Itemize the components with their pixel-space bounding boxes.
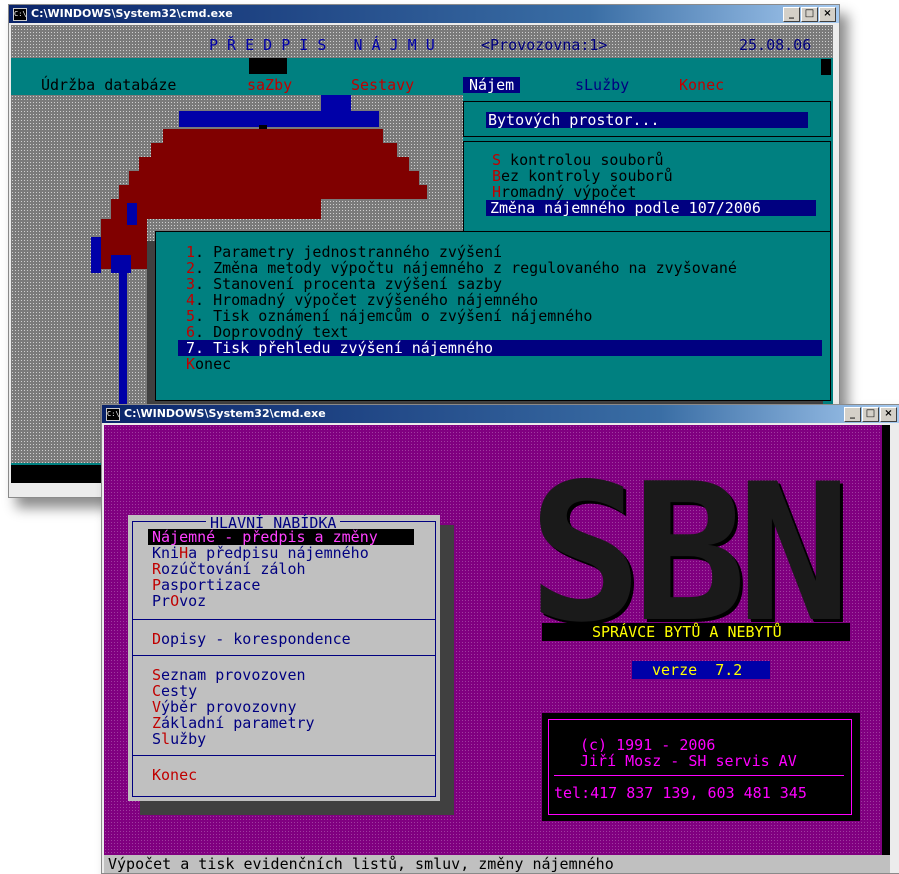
option-konec[interactable]: Konec xyxy=(186,356,231,372)
main-menu-box: HLAVNÍ NABÍDKA Nájemné - předpis a změny… xyxy=(128,515,440,801)
maximize-button[interactable]: □ xyxy=(862,407,879,422)
submenu-najem-box: Bytových prostor... xyxy=(463,101,831,137)
console-screen: HLAVNÍ NABÍDKA Nájemné - předpis a změny… xyxy=(104,425,890,855)
menu-item-zakladni[interactable]: Základní parametry xyxy=(152,715,315,731)
menu-divider xyxy=(132,619,436,620)
credits-box: (c) 1991 - 2006 Jiří Mosz - SH servis AV… xyxy=(542,713,860,821)
window-title: C:\WINDOWS\System32\cmd.exe xyxy=(124,407,326,420)
window-titlebar[interactable]: C:\ C:\WINDOWS\System32\cmd.exe _ □ × xyxy=(9,5,839,23)
menu-item-kniha[interactable]: KniHa předpisu nájemného xyxy=(152,545,369,561)
menu-divider xyxy=(132,755,436,756)
submenu-item-hromadny[interactable]: Hromadný výpočet xyxy=(492,184,637,200)
option-4[interactable]: 4. Hromadný výpočet zvýšeného nájemného xyxy=(186,292,538,308)
submenu-item-zmena-107[interactable]: Změna nájemného podle 107/2006 xyxy=(486,200,816,216)
menu-item-pasportizace[interactable]: Pasportizace xyxy=(152,577,260,593)
menu-item-cesty[interactable]: Cesty xyxy=(152,683,197,699)
menu-item-rozuctovani[interactable]: Rozúčtování záloh xyxy=(152,561,306,577)
close-button[interactable]: × xyxy=(880,407,897,422)
provozovna-label: <Provozovna:1> xyxy=(481,36,608,54)
header-date: 25.08.06 xyxy=(739,36,812,54)
sbn-logo: SBN xyxy=(528,443,851,664)
version-banner: verze 7.2 xyxy=(632,661,770,679)
cmd-icon: C:\ xyxy=(13,8,27,21)
menu-item-dopisy[interactable]: Dopisy - korespondence xyxy=(152,631,351,647)
credits-divider xyxy=(554,775,844,776)
menu-item-najemne[interactable]: Nájemné - předpis a změny xyxy=(148,529,414,545)
close-button[interactable]: × xyxy=(819,7,836,22)
window-titlebar[interactable]: C:\ C:\WINDOWS\System32\cmd.exe _ □ × xyxy=(102,405,899,423)
maximize-button[interactable]: □ xyxy=(801,7,818,22)
status-bar: Výpočet a tisk evidenčních listů, smluv,… xyxy=(104,855,890,873)
minimize-button[interactable]: _ xyxy=(844,407,861,422)
menu-item-vyber[interactable]: Výběr provozovny xyxy=(152,699,297,715)
option-6[interactable]: 6. Doprovodný text xyxy=(186,324,349,340)
menu-item-konec[interactable]: Konec xyxy=(679,77,724,93)
header-black-block xyxy=(821,59,831,75)
submenu-item-kontrola[interactable]: S kontrolou souborů xyxy=(492,152,664,168)
submenu-item-bez-kontroly[interactable]: Bez kontroly souborů xyxy=(492,168,673,184)
menu-item-sluzby[interactable]: Služby xyxy=(152,731,206,747)
submenu-item-bytovych[interactable]: Bytových prostor... xyxy=(486,112,808,128)
product-banner: SPRÁVCE BYTŮ A NEBYTŮ xyxy=(542,623,850,641)
menu-item-sluzby[interactable]: sLužby xyxy=(575,77,629,93)
menu-item-seznam[interactable]: Seznam provozoven xyxy=(152,667,306,683)
option-7[interactable]: 7. Tisk přehledu zvýšení nájemného xyxy=(178,340,822,356)
option-2[interactable]: 2. Změna metody výpočtu nájemného z regu… xyxy=(186,260,737,276)
menu-item-konec[interactable]: Konec xyxy=(152,767,197,783)
menu-item-provoz[interactable]: PrOvoz xyxy=(152,593,206,609)
submenu-107-box: 1. Parametry jednostranného zvýšení 2. Z… xyxy=(155,231,831,401)
cmd-icon: C:\ xyxy=(106,408,120,421)
cmd-window-sbn: C:\ C:\WINDOWS\System32\cmd.exe _ □ × HLA… xyxy=(101,404,899,874)
minimize-button[interactable]: _ xyxy=(783,7,800,22)
window-title: C:\WINDOWS\System32\cmd.exe xyxy=(31,7,233,20)
option-3[interactable]: 3. Stanovení procenta zvýšení sazby xyxy=(186,276,502,292)
menu-divider xyxy=(132,655,436,656)
option-5[interactable]: 5. Tisk oznámení nájemcům o zvýšení náje… xyxy=(186,308,592,324)
menu-item-najem[interactable]: Nájem xyxy=(463,77,521,93)
option-1[interactable]: 1. Parametry jednostranného zvýšení xyxy=(186,244,502,260)
